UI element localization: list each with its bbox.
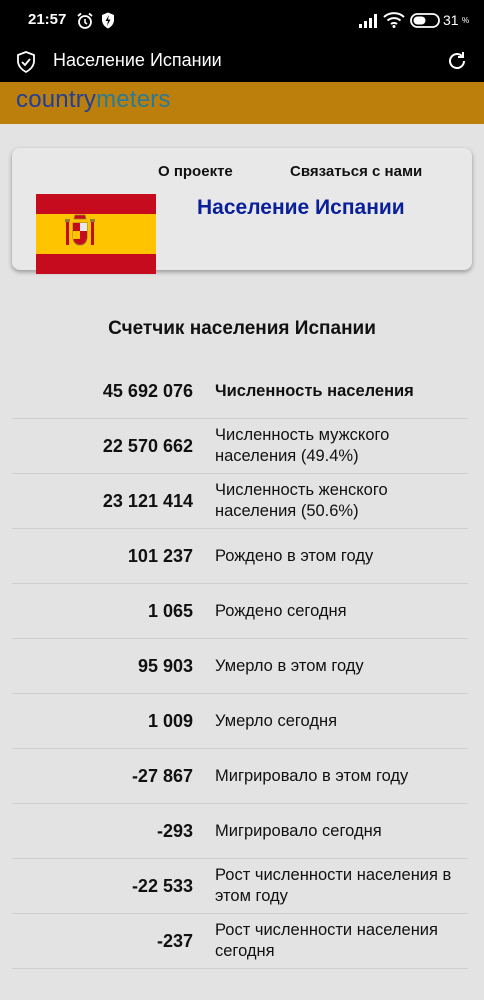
row-label: Умерло сегодня xyxy=(215,711,338,730)
row-label: Рост численности населения в этом году xyxy=(215,866,452,905)
row-value: -237 xyxy=(156,930,193,951)
site-logo[interactable]: countrymeters xyxy=(16,86,171,114)
row-label: Рождено сегодня xyxy=(215,601,347,620)
row-label: Рождено в этом году xyxy=(215,546,374,565)
table-row: 45 692 076 Численность населения xyxy=(12,364,468,419)
row-value: -293 xyxy=(156,820,193,841)
row-label: Численность населения xyxy=(215,381,414,400)
row-label: Рост численности населения сегодня xyxy=(215,921,438,960)
brand-bar: countrymeters xyxy=(0,82,484,124)
row-label: Мигрировало сегодня xyxy=(215,821,382,840)
table-row: -293 Мигрировало сегодня xyxy=(12,804,468,859)
logo-part-meters: meters xyxy=(96,86,171,113)
refresh-icon[interactable] xyxy=(446,50,468,76)
status-time: 21:57 xyxy=(28,11,67,28)
counter-heading: Счетчик населения Испании xyxy=(108,318,376,339)
table-row: -27 867 Мигрировало в этом году xyxy=(12,749,468,804)
signal-icon xyxy=(359,13,377,32)
row-value: 45 692 076 xyxy=(102,380,193,401)
app-bar: Население Испании xyxy=(0,42,484,82)
row-value: 22 570 662 xyxy=(102,435,193,456)
header-card: О проекте Связаться с нами Население Исп… xyxy=(12,148,472,274)
table-row: -237 Рост численности населения сегодня xyxy=(12,914,468,969)
nav-contact-link[interactable]: Связаться с нами xyxy=(290,163,422,180)
row-value: -27 867 xyxy=(131,765,193,786)
table-row: 22 570 662 Численность мужского населени… xyxy=(12,419,468,474)
row-label: Мигрировало в этом году xyxy=(215,766,409,785)
table-row: -22 533 Рост численности населения в это… xyxy=(12,859,468,914)
alarm-icon xyxy=(76,12,94,34)
app-bar-title: Население Испании xyxy=(53,50,222,70)
row-value: -22 533 xyxy=(131,875,193,896)
row-value: 23 121 414 xyxy=(102,490,193,511)
status-bar: 21:57 31 % xyxy=(0,0,484,42)
row-value: 95 903 xyxy=(137,655,193,676)
table-row: 23 121 414 Численность женского населени… xyxy=(12,474,468,529)
nav-about-link[interactable]: О проекте xyxy=(158,163,233,180)
row-value: 101 237 xyxy=(127,545,193,566)
row-label: Численность мужского населения (49.4%) xyxy=(215,426,390,465)
battery-unit: % xyxy=(462,16,470,25)
shield-bolt-icon xyxy=(101,12,115,33)
row-value: 1 009 xyxy=(147,710,193,731)
table-row: 1 065 Рождено сегодня xyxy=(12,584,468,639)
battery-level: 31 xyxy=(443,12,459,28)
population-table: 45 692 076 Численность населения 22 570 … xyxy=(12,364,468,969)
table-row: 95 903 Умерло в этом году xyxy=(12,639,468,694)
row-label: Численность женского населения (50.6%) xyxy=(215,481,388,520)
row-label: Умерло в этом году xyxy=(215,656,364,675)
shield-check-icon[interactable] xyxy=(16,51,36,77)
page-title: Население Испании xyxy=(197,196,405,219)
table-row: 101 237 Рождено в этом году xyxy=(12,529,468,584)
spain-flag-image xyxy=(36,194,156,274)
wifi-icon xyxy=(383,12,405,32)
table-row: 1 009 Умерло сегодня xyxy=(12,694,468,749)
toggle-icon xyxy=(410,13,440,32)
logo-part-country: country xyxy=(16,86,97,113)
row-value: 1 065 xyxy=(147,600,193,621)
